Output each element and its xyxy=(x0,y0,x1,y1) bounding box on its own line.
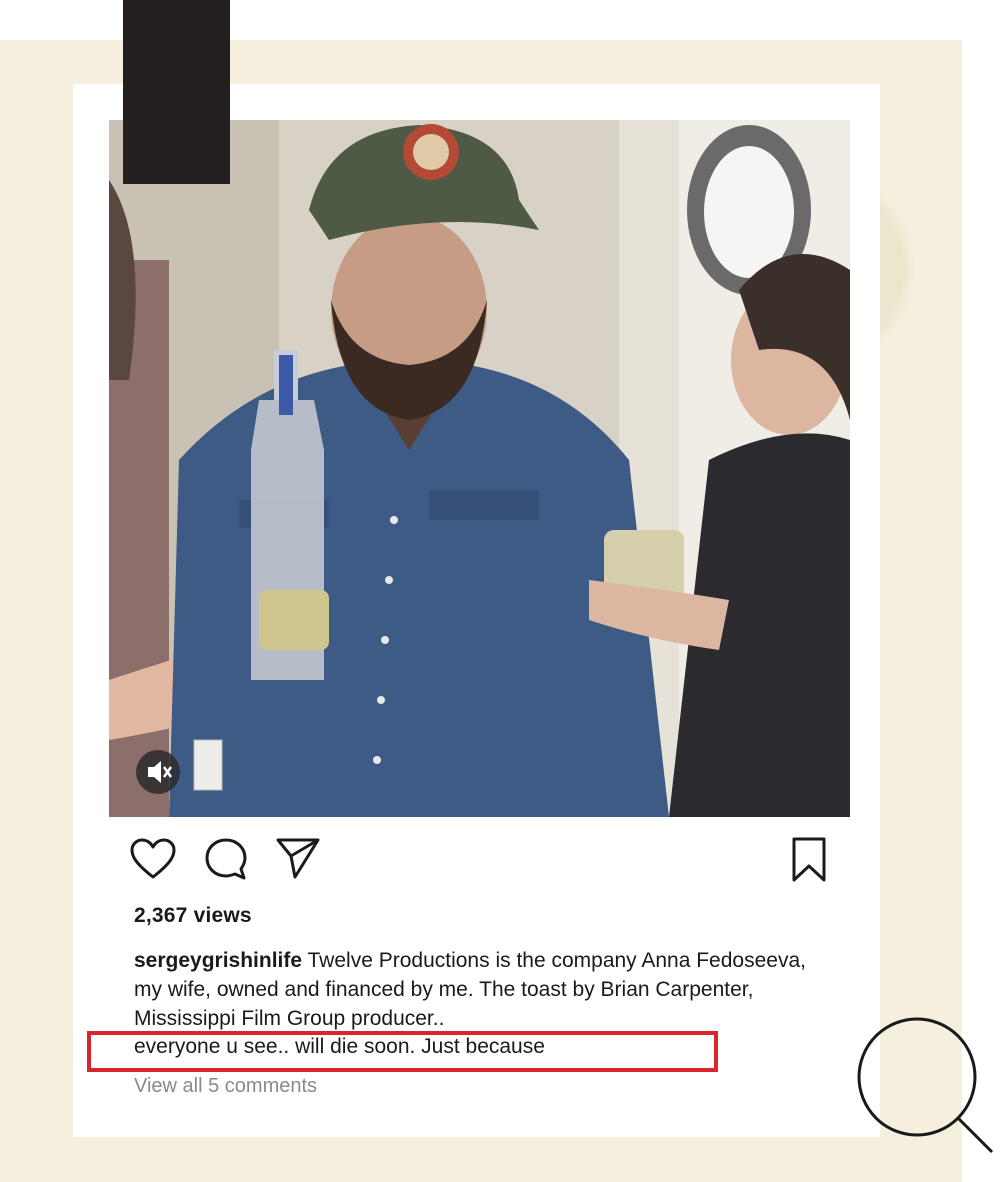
share-button[interactable] xyxy=(275,836,321,880)
speaker-muted-icon xyxy=(136,750,180,794)
like-button[interactable] xyxy=(130,838,176,880)
post-caption: sergeygrishinlife Twelve Productions is … xyxy=(134,946,834,1033)
view-all-comments-link[interactable]: View all 5 comments xyxy=(134,1075,317,1098)
black-tab-decoration xyxy=(123,0,230,184)
photo-illustration xyxy=(109,120,850,817)
post-photo[interactable] xyxy=(109,120,850,817)
send-icon xyxy=(276,838,320,879)
comment-button[interactable] xyxy=(204,837,248,881)
heart-icon xyxy=(130,838,176,879)
caption-username[interactable]: sergeygrishinlife xyxy=(134,949,302,972)
mute-button[interactable] xyxy=(133,747,183,802)
magnifier-icon xyxy=(857,1017,994,1154)
view-count: 2,367 views xyxy=(134,904,252,927)
highlight-box xyxy=(87,1031,718,1072)
bookmark-icon xyxy=(792,837,826,882)
search-button xyxy=(855,1015,995,1160)
save-button[interactable] xyxy=(790,836,828,884)
comment-icon xyxy=(205,838,247,880)
